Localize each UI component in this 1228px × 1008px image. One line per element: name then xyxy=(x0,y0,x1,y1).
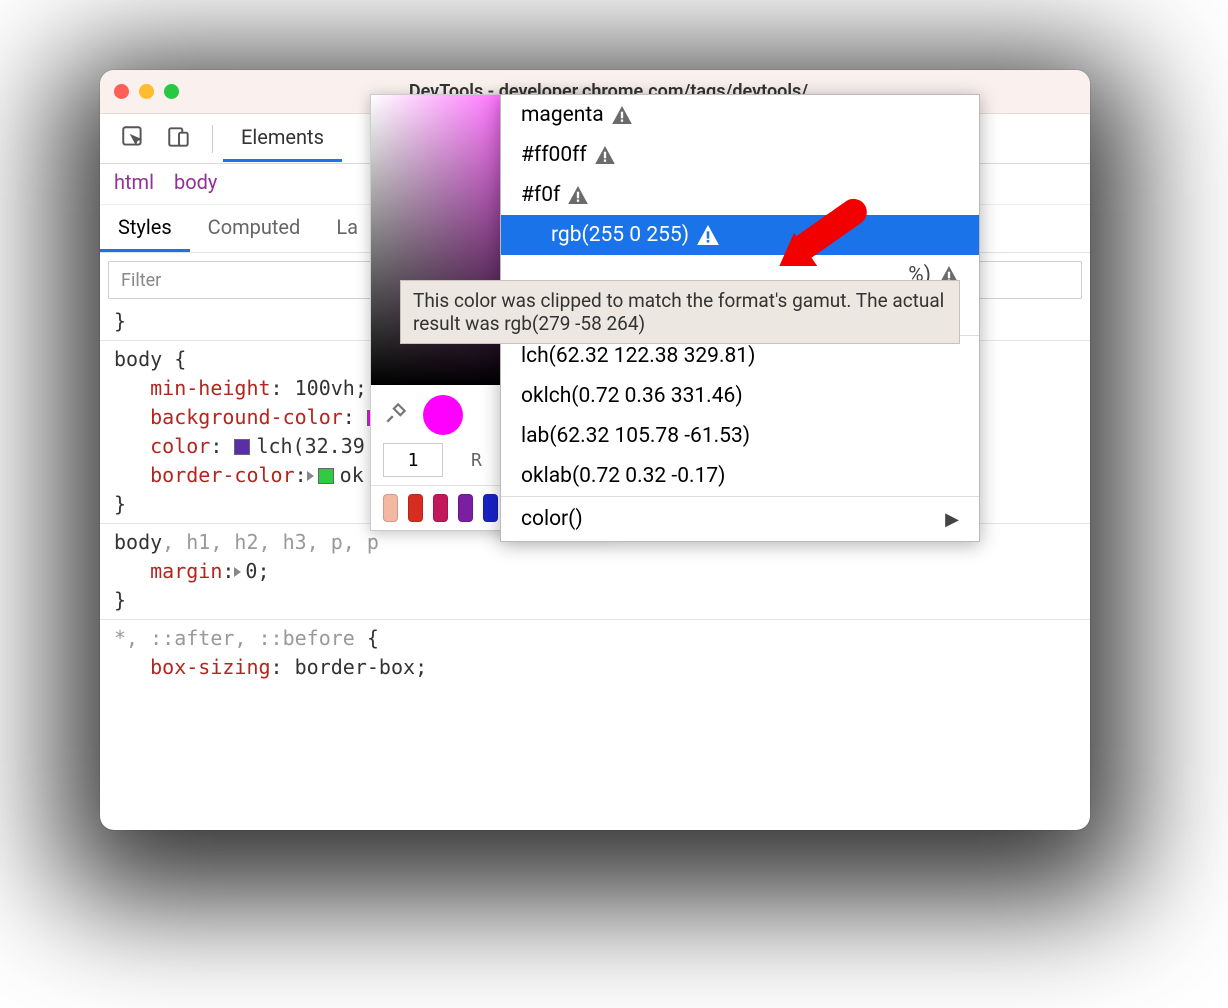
css-value[interactable]: 0 xyxy=(245,559,257,583)
palette-chip[interactable] xyxy=(458,494,473,522)
toolbar-divider xyxy=(212,125,213,153)
css-value[interactable]: lch(32.39 xyxy=(256,434,376,458)
css-prop[interactable]: background-color xyxy=(150,405,343,429)
current-color-preview[interactable] xyxy=(423,395,463,435)
css-prop[interactable]: min-height xyxy=(150,376,270,400)
palette-chip[interactable] xyxy=(433,494,448,522)
css-value[interactable]: border-box xyxy=(295,655,415,679)
format-item-colorfn[interactable]: color() ▶ xyxy=(501,497,979,541)
format-item[interactable]: #f0f xyxy=(501,175,979,215)
palette-chip[interactable] xyxy=(383,494,398,522)
rule-selector[interactable]: *, ::after, ::before xyxy=(114,626,355,650)
palette-chip[interactable] xyxy=(483,494,498,522)
close-window-button[interactable] xyxy=(114,84,129,99)
format-label: oklch(0.72 0.36 331.46) xyxy=(521,384,743,408)
tab-computed[interactable]: Computed xyxy=(190,205,319,252)
css-value[interactable]: ok xyxy=(340,463,364,487)
format-item[interactable]: lab(62.32 105.78 -61.53) xyxy=(501,416,979,456)
format-label: magenta xyxy=(521,103,604,127)
format-label: rgb(255 0 255) xyxy=(551,223,689,247)
inspect-icon[interactable] xyxy=(120,124,146,154)
css-prop[interactable]: margin xyxy=(150,559,222,583)
chevron-right-icon: ▶ xyxy=(945,509,959,530)
css-prop[interactable]: box-sizing xyxy=(150,655,270,679)
channel-label: R xyxy=(471,450,482,471)
color-swatch[interactable] xyxy=(234,439,250,455)
rule-selector[interactable]: body xyxy=(114,530,162,554)
breadcrumb-html[interactable]: html xyxy=(114,170,154,194)
format-item-selected[interactable]: rgb(255 0 255) xyxy=(501,215,979,255)
filter-placeholder: Filter xyxy=(121,270,161,291)
format-label: #ff00ff xyxy=(521,143,587,167)
format-item[interactable]: #ff00ff xyxy=(501,135,979,175)
alpha-input[interactable]: 1 xyxy=(383,443,443,477)
gamut-warning-icon xyxy=(697,225,719,245)
format-label: lch(62.32 122.38 329.81) xyxy=(521,344,755,368)
expand-icon[interactable] xyxy=(307,471,314,481)
annotation-arrow-icon xyxy=(760,186,870,300)
palette-chip[interactable] xyxy=(408,494,423,522)
gamut-warning-icon xyxy=(595,146,615,164)
gamut-warning-icon xyxy=(568,186,588,204)
device-toggle-icon[interactable] xyxy=(166,124,192,154)
format-item[interactable]: oklch(0.72 0.36 331.46) xyxy=(501,376,979,416)
rule-selector[interactable]: body xyxy=(114,347,162,371)
tab-layout[interactable]: La xyxy=(318,205,376,252)
css-prop[interactable]: border-color xyxy=(150,463,295,487)
gamut-clip-tooltip: This color was clipped to match the form… xyxy=(400,280,960,344)
css-value[interactable]: 100vh xyxy=(295,376,355,400)
color-swatch[interactable] xyxy=(318,468,334,484)
format-item[interactable]: oklab(0.72 0.32 -0.17) xyxy=(501,456,979,496)
format-label: lab(62.32 105.78 -61.53) xyxy=(521,424,750,448)
tab-elements[interactable]: Elements xyxy=(223,115,342,162)
tab-styles[interactable]: Styles xyxy=(100,205,190,252)
breadcrumb-body[interactable]: body xyxy=(174,170,217,194)
css-prop[interactable]: color xyxy=(150,434,210,458)
format-label: color() xyxy=(521,507,583,531)
expand-icon[interactable] xyxy=(234,567,241,577)
format-item[interactable]: magenta xyxy=(501,95,979,135)
eyedropper-icon[interactable] xyxy=(383,400,409,430)
format-label: #f0f xyxy=(521,183,560,207)
gamut-warning-icon xyxy=(612,106,632,124)
format-label: oklab(0.72 0.32 -0.17) xyxy=(521,464,726,488)
